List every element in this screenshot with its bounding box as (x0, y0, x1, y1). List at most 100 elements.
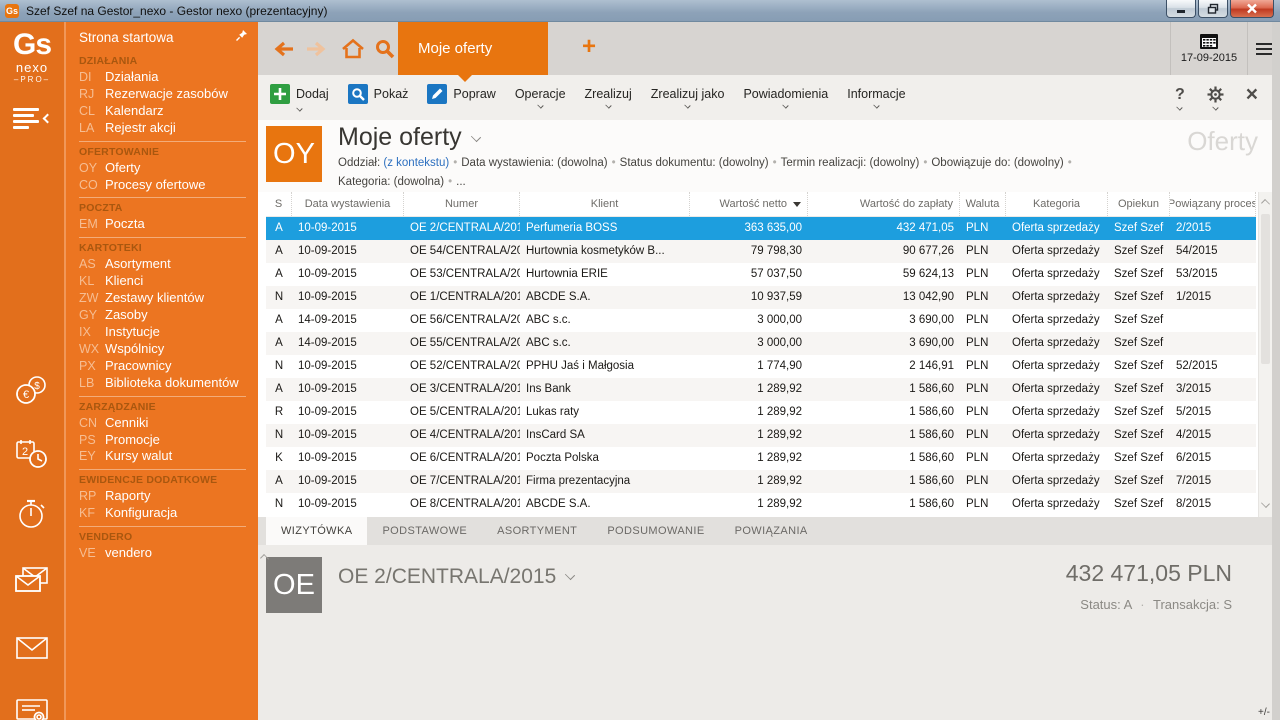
back-button[interactable] (268, 22, 298, 75)
table-scrollbar[interactable] (1258, 192, 1272, 517)
tab-podstawowe[interactable]: PODSTAWOWE (367, 517, 482, 545)
sidebar-item-di[interactable]: DIDziałania (79, 69, 258, 86)
sidebar-item-ve[interactable]: VEvendero (79, 545, 258, 562)
sidebar-item-ix[interactable]: IXInstytucje (79, 324, 258, 341)
tab-asortyment[interactable]: ASORTYMENT (482, 517, 592, 545)
table-row[interactable]: N10-09-2015OE 8/CENTRALA/2015ABCDE S.A.1… (266, 493, 1256, 516)
sidebar-item-lb[interactable]: LBBiblioteka dokumentów (79, 375, 258, 392)
column-header-wartość-netto[interactable]: Wartość netto (690, 192, 808, 216)
search-button[interactable] (370, 22, 400, 75)
document-title[interactable]: OE 2/CENTRALA/2015 (338, 565, 574, 589)
table-row[interactable]: A10-09-2015OE 3/CENTRALA/2015Ins Bank1 2… (266, 378, 1256, 401)
toolbar-button-powiadomienia[interactable]: Powiadomienia (743, 87, 828, 108)
filter-value[interactable]: (dowolna) (557, 157, 608, 169)
table-row[interactable]: A10-09-2015OE 54/CENTRALA/2015Hurtownia … (266, 240, 1256, 263)
column-header-data-wystawienia[interactable]: Data wystawienia (292, 192, 404, 216)
table-row[interactable]: K10-09-2015OE 6/CENTRALA/2015Poczta Pols… (266, 447, 1256, 470)
filter-item[interactable]: Obowiązuje do: (dowolny) (931, 157, 1063, 169)
sidebar-item-cl[interactable]: CLKalendarz (79, 103, 258, 120)
sidebar-item-rp[interactable]: RPRaporty (79, 488, 258, 505)
toolbar-button-zrealizuj[interactable]: Zrealizuj (585, 87, 632, 108)
table-row[interactable]: A14-09-2015OE 55/CENTRALA/2015ABC s.c.3 … (266, 332, 1256, 355)
toolbar-button-operacje[interactable]: Operacje (515, 87, 566, 108)
toolbar-button-zrealizuj-jako[interactable]: Zrealizuj jako (651, 87, 725, 108)
zoom-control[interactable]: +/- (1258, 707, 1270, 718)
sidebar-item-strona-startowa[interactable]: Strona startowa (79, 29, 258, 46)
column-header-s[interactable]: S (266, 192, 292, 216)
new-tab-button[interactable]: + (574, 22, 604, 75)
sidebar-item-kf[interactable]: KFKonfiguracja (79, 505, 258, 522)
forward-button[interactable] (302, 22, 332, 75)
mail-stack-icon[interactable] (0, 560, 64, 604)
home-button[interactable] (338, 22, 368, 75)
table-row[interactable]: A10-09-2015OE 7/CENTRALA/2015Firma preze… (266, 470, 1256, 493)
filter-value[interactable]: (dowolny) (719, 157, 769, 169)
close-view-button[interactable]: × (1246, 86, 1258, 110)
filter-more[interactable]: ... (456, 176, 466, 188)
filter-value[interactable]: (z kontekstu) (383, 157, 449, 169)
page-title[interactable]: Moje oferty (338, 123, 480, 152)
settings-button[interactable] (1207, 86, 1224, 110)
column-header-wartość-do-zapłaty[interactable]: Wartość do zapłaty (808, 192, 960, 216)
toolbar-button-popraw[interactable]: Popraw (427, 84, 495, 111)
tab-wizytówka[interactable]: WIZYTÓWKA (266, 517, 367, 545)
filter-item[interactable]: Status dokumentu: (dowolny) (620, 157, 769, 169)
sidebar-item-co[interactable]: COProcesy ofertowe (79, 177, 258, 194)
sidebar-item-px[interactable]: PXPracownicy (79, 358, 258, 375)
column-header-numer[interactable]: Numer (404, 192, 520, 216)
sidebar-item-em[interactable]: EMPoczta (79, 216, 258, 233)
toolbar-button-informacje[interactable]: Informacje (847, 87, 905, 108)
sidebar-item-la[interactable]: LARejestr akcji (79, 120, 258, 137)
sidebar-item-ey[interactable]: EYKursy walut (79, 448, 258, 465)
filter-item[interactable]: Termin realizacji: (dowolny) (781, 157, 920, 169)
tab-moje-oferty[interactable]: Moje oferty (398, 22, 548, 75)
scrollbar-thumb[interactable] (1261, 214, 1270, 364)
column-header-powiązany-proces[interactable]: Powiązany proces (1170, 192, 1256, 216)
filter-value[interactable]: (dowolny) (1014, 157, 1064, 169)
tab-powiązania[interactable]: POWIĄZANIA (720, 517, 823, 545)
sidebar-item-as[interactable]: ASAsortyment (79, 256, 258, 273)
menu-lines-icon[interactable] (0, 95, 64, 141)
date-widget[interactable]: 17-09-2015 (1170, 22, 1248, 75)
column-header-klient[interactable]: Klient (520, 192, 690, 216)
minimize-button[interactable] (1166, 0, 1196, 18)
mail-icon[interactable] (0, 626, 64, 670)
help-button[interactable]: ? (1175, 86, 1185, 110)
sidebar-item-kl[interactable]: KLKlienci (79, 273, 258, 290)
table-row[interactable]: R10-09-2015OE 5/CENTRALA/2015Lukas raty1… (266, 401, 1256, 424)
sidebar-item-wx[interactable]: WXWspólnicy (79, 341, 258, 358)
column-header-kategoria[interactable]: Kategoria (1006, 192, 1108, 216)
filter-item[interactable]: Data wystawienia: (dowolna) (461, 157, 607, 169)
sidebar-item-rj[interactable]: RJRezerwacje zasobów (79, 86, 258, 103)
filter-item[interactable]: Kategoria: (dowolna) (338, 176, 444, 188)
sidebar-item-zw[interactable]: ZWZestawy klientów (79, 290, 258, 307)
pin-icon[interactable] (235, 29, 248, 46)
close-button[interactable] (1230, 0, 1274, 18)
filter-item[interactable]: Oddział: (z kontekstu) (338, 157, 449, 169)
sidebar-item-ps[interactable]: PSPromocje (79, 432, 258, 449)
certificate-icon[interactable] (0, 690, 64, 720)
planner-clock-icon[interactable]: 2 (0, 432, 64, 476)
filter-value[interactable]: (dowolny) (869, 157, 919, 169)
table-row[interactable]: A14-09-2015OE 56/CENTRALA/2015ABC s.c.3 … (266, 309, 1256, 332)
filter-value[interactable]: (dowolna) (394, 176, 445, 188)
column-header-waluta[interactable]: Waluta (960, 192, 1006, 216)
toolbar-button-dodaj[interactable]: Dodaj (270, 84, 329, 111)
table-row[interactable]: N10-09-2015OE 1/CENTRALA/2015ABCDE S.A.1… (266, 286, 1256, 309)
sidebar-item-cn[interactable]: CNCenniki (79, 415, 258, 432)
tab-podsumowanie[interactable]: PODSUMOWANIE (592, 517, 719, 545)
currency-coins-icon[interactable]: $ € (0, 370, 64, 414)
scroll-down-icon[interactable] (1261, 499, 1270, 508)
stopwatch-icon[interactable] (0, 492, 64, 536)
column-header-opiekun[interactable]: Opiekun (1108, 192, 1170, 216)
restore-button[interactable] (1198, 0, 1228, 18)
nav-hamburger-icon[interactable] (1254, 39, 1274, 59)
toolbar-button-pokaż[interactable]: Pokaż (348, 84, 409, 111)
table-row[interactable]: N10-09-2015OE 52/CENTRALA/2015PPHU Jaś i… (266, 355, 1256, 378)
table-row[interactable]: A10-09-2015OE 2/CENTRALA/2015Perfumeria … (266, 217, 1256, 240)
table-row[interactable]: N10-09-2015OE 4/CENTRALA/2015InsCard SA1… (266, 424, 1256, 447)
scroll-up-icon[interactable] (1261, 199, 1270, 208)
table-row[interactable]: A10-09-2015OE 53/CENTRALA/2015Hurtownia … (266, 263, 1256, 286)
sidebar-item-gy[interactable]: GYZasoby (79, 307, 258, 324)
sidebar-item-oy[interactable]: OYOferty (79, 160, 258, 177)
